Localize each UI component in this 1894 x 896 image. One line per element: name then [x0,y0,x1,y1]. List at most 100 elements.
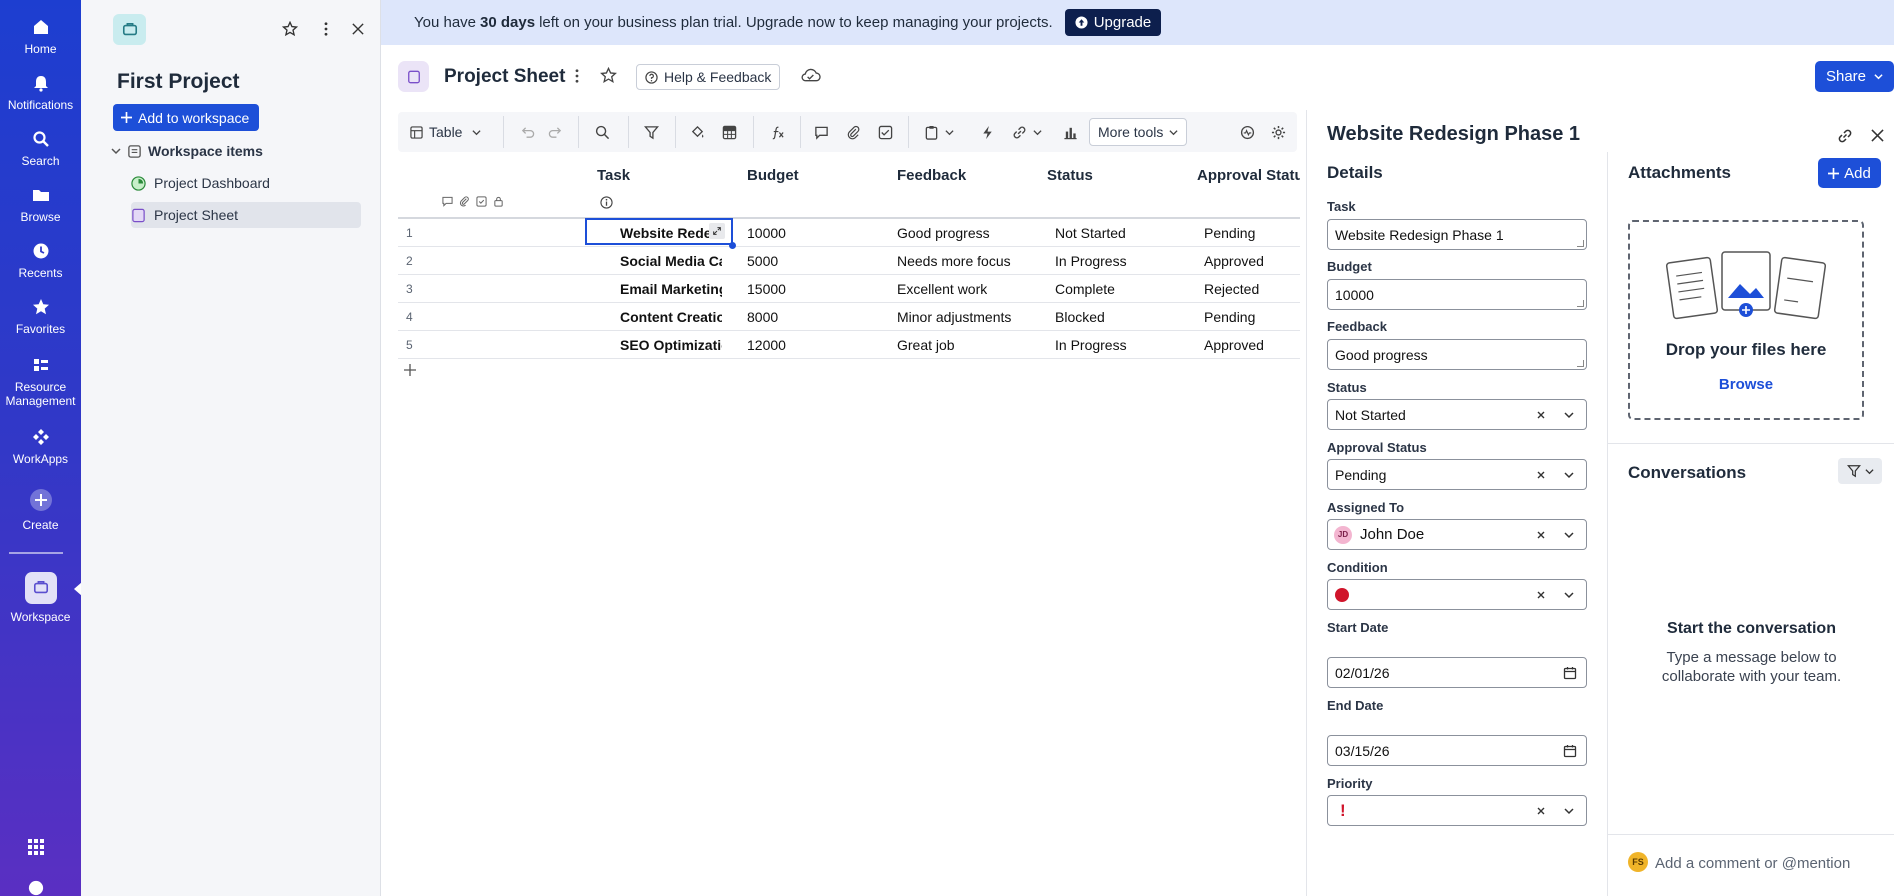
rail-search[interactable]: Search [0,130,81,168]
fill-handle[interactable] [729,242,736,249]
activity-icon[interactable] [1238,122,1256,142]
clear-icon[interactable] [1534,804,1548,818]
help-feedback-button[interactable]: Help & Feedback [636,64,781,90]
table-row[interactable]: 5 SEO Optimization 12000 Great job In Pr… [398,331,1300,359]
add-row-plus-icon[interactable] [404,364,416,376]
paint-bucket-icon[interactable] [688,122,706,142]
calendar-icon[interactable] [1563,666,1577,680]
grid-format-icon[interactable] [720,122,738,142]
add-attachment-button[interactable]: Add [1818,158,1881,188]
file-drop-zone[interactable]: Drop your files here Browse [1628,220,1864,420]
assigned-dropdown[interactable]: JD John Doe [1327,519,1587,550]
column-header-budget[interactable]: Budget [747,167,799,184]
view-selector[interactable]: Table [410,122,490,142]
rail-create[interactable]: Create [0,488,81,532]
copy-link-icon[interactable] [1837,128,1853,144]
end-date-field[interactable]: 03/15/26 [1327,735,1587,766]
cell-task[interactable]: Email Marketing [620,281,722,297]
cell-approval[interactable]: Pending [1204,309,1255,325]
cell-approval[interactable]: Pending [1204,225,1255,241]
condition-dropdown[interactable] [1327,579,1587,610]
redo-icon[interactable] [546,122,564,142]
settings-gear-icon[interactable] [1269,122,1287,142]
more-options-icon[interactable] [315,18,337,40]
tree-workspace-items[interactable]: Workspace items [111,138,371,164]
comment-input[interactable]: Add a comment or @mention [1655,853,1875,873]
cell-task[interactable]: SEO Optimization [620,337,722,353]
table-row[interactable]: 2 Social Media Campaign 5000 Needs more … [398,247,1300,275]
apps-grid-icon[interactable] [27,838,45,856]
cell-feedback[interactable]: Needs more focus [897,253,1011,269]
clear-icon[interactable] [1534,588,1548,602]
connections-dropdown[interactable] [1010,122,1044,142]
filter-icon[interactable] [642,122,660,142]
close-panel-icon[interactable] [347,18,369,40]
cell-approval[interactable]: Approved [1204,253,1264,269]
table-row[interactable]: 4 Content Creation 8000 Minor adjustment… [398,303,1300,331]
rail-recents[interactable]: Recents [0,242,81,280]
cell-budget[interactable]: 8000 [747,309,778,325]
cell-status[interactable]: Not Started [1055,225,1126,241]
automation-bolt-icon[interactable] [978,122,996,142]
clear-icon[interactable] [1534,408,1548,422]
more-tools-button[interactable]: More tools [1089,118,1188,146]
cell-feedback[interactable]: Excellent work [897,281,987,297]
task-field[interactable]: Website Redesign Phase 1 [1327,219,1587,250]
close-icon[interactable] [1871,129,1884,142]
rail-workapps[interactable]: WorkApps [0,428,81,466]
clear-icon[interactable] [1534,528,1548,542]
share-button[interactable]: Share [1815,61,1894,92]
cell-feedback[interactable]: Great job [897,337,955,353]
rail-favorites[interactable]: Favorites [0,298,81,336]
formula-icon[interactable] [768,122,786,142]
help-icon[interactable] [28,880,44,896]
cell-budget[interactable]: 10000 [747,225,786,241]
cell-budget[interactable]: 5000 [747,253,778,269]
conversation-filter-button[interactable] [1838,458,1882,484]
cell-status[interactable]: In Progress [1055,337,1127,353]
comment-icon[interactable] [812,122,830,142]
chart-icon[interactable] [1061,122,1079,142]
cell-task[interactable]: Social Media Campaign [620,253,722,269]
table-row[interactable]: 1 Website Redesign Phase 1 10000 Good pr… [398,219,1300,247]
attachment-icon[interactable] [844,122,862,142]
approval-dropdown[interactable]: Pending [1327,459,1587,490]
rail-notifications[interactable]: Notifications [0,74,81,112]
tree-item-project-sheet[interactable]: Project Sheet [131,202,361,228]
feedback-field[interactable]: Good progress [1327,339,1587,370]
start-date-field[interactable]: 02/01/26 [1327,657,1587,688]
tree-item-project-dashboard[interactable]: Project Dashboard [131,170,371,196]
column-header-approval-status[interactable]: Approval Status [1197,167,1300,184]
cell-approval[interactable]: Rejected [1204,281,1259,297]
cloud-sync-icon[interactable] [800,67,821,83]
cell-status[interactable]: In Progress [1055,253,1127,269]
report-dropdown[interactable] [922,122,956,142]
clear-icon[interactable] [1534,468,1548,482]
calendar-icon[interactable] [1563,744,1577,758]
sheet-more-icon[interactable] [575,69,579,83]
cell-status[interactable]: Blocked [1055,309,1105,325]
column-header-feedback[interactable]: Feedback [897,167,966,184]
add-to-workspace-button[interactable]: Add to workspace [113,104,260,131]
column-header-status[interactable]: Status [1047,167,1093,184]
rail-browse[interactable]: Browse [0,186,81,224]
undo-icon[interactable] [518,122,536,142]
cell-feedback[interactable]: Good progress [897,225,990,241]
cell-feedback[interactable]: Minor adjustments [897,309,1011,325]
sheet-title[interactable]: Project Sheet [444,66,565,88]
cell-budget[interactable]: 15000 [747,281,786,297]
rail-resource-management[interactable]: Resource Management [0,356,81,408]
browse-link[interactable]: Browse [1630,376,1862,393]
priority-dropdown[interactable]: ! [1327,795,1587,826]
favorite-star-icon[interactable] [279,18,301,40]
sheet-favorite-star-icon[interactable] [600,67,617,84]
column-header-task[interactable]: Task [597,167,630,184]
budget-field[interactable]: 10000 [1327,279,1587,310]
status-dropdown[interactable]: Not Started [1327,399,1587,430]
proof-icon[interactable] [876,122,894,142]
expand-cell-icon[interactable] [709,223,725,239]
upgrade-button[interactable]: Upgrade [1064,9,1162,36]
info-icon[interactable] [600,196,613,209]
table-row[interactable]: 3 Email Marketing 15000 Excellent work C… [398,275,1300,303]
rail-home[interactable]: Home [0,18,81,56]
